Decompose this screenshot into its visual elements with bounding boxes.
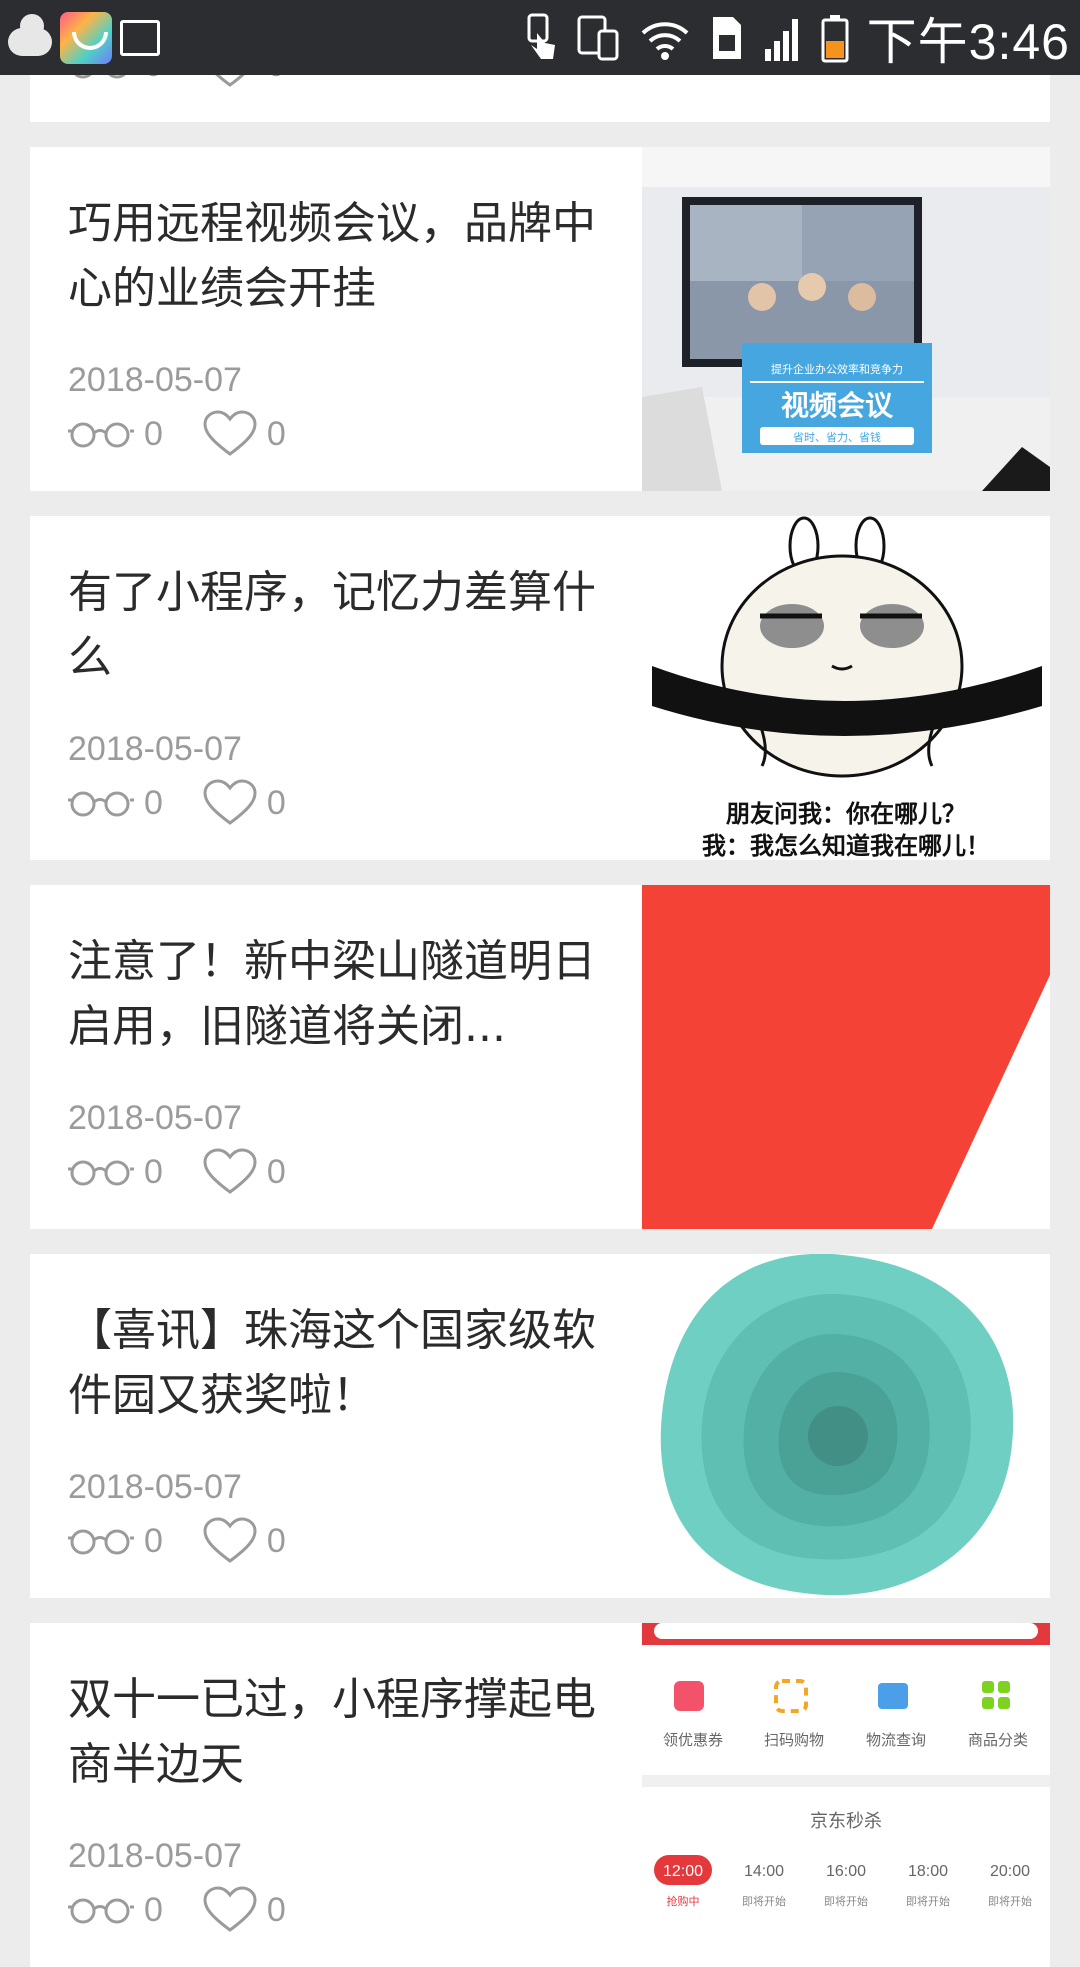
- view-count: 0: [144, 1890, 163, 1929]
- sale-state: 即将开始: [988, 1894, 1032, 1908]
- sale-state: 即将开始: [742, 1894, 786, 1908]
- like-count: 0: [266, 414, 286, 453]
- sale-time: 16:00: [826, 1863, 866, 1880]
- heart-icon[interactable]: [203, 1886, 257, 1934]
- view-count: 0: [144, 414, 163, 453]
- article-meta: 0 0: [68, 778, 326, 828]
- glasses-icon: [68, 791, 134, 817]
- devices-icon: [577, 15, 619, 60]
- article-meta: 0 0: [68, 1885, 326, 1935]
- article-card[interactable]: 双十一已过，小程序撑起电商半边天 2018-05-07 0 0 领优惠券 扫码购…: [30, 1623, 1050, 1967]
- mini-icon-label: 物流查询: [866, 1731, 926, 1749]
- article-title[interactable]: 巧用远程视频会议，品牌中心的业绩会开挂: [68, 191, 628, 321]
- sale-time: 18:00: [908, 1863, 948, 1880]
- glasses-icon: [68, 1529, 134, 1555]
- thumb-subtitle: 提升企业办公效率和竞争力: [771, 362, 903, 376]
- article-card[interactable]: 有了小程序，记忆力差算什么 2018-05-07 0 0 朋友问我：你在哪儿？ …: [30, 516, 1050, 860]
- meme-caption-1: 朋友问我：你在哪儿？: [726, 800, 966, 828]
- like-count: 0: [266, 1152, 286, 1191]
- glasses-icon: [68, 1160, 134, 1186]
- mini-icon-label: 商品分类: [968, 1731, 1028, 1749]
- thumb-tag: 省时、省力、省钱: [793, 430, 881, 444]
- sale-state: 即将开始: [824, 1894, 868, 1908]
- sale-state: 抢购中: [667, 1894, 700, 1908]
- view-count: 0: [144, 783, 163, 822]
- gallery-icon: [120, 20, 160, 56]
- article-thumbnail[interactable]: [642, 885, 1050, 1229]
- article-card[interactable]: 注意了！新中梁山隧道明日启用，旧隧道将关闭... 2018-05-07 0 0: [30, 885, 1050, 1229]
- article-title[interactable]: 有了小程序，记忆力差算什么: [68, 560, 628, 690]
- meme-caption-2: 我：我怎么知道我在哪儿！: [702, 832, 990, 860]
- article-date: 2018-05-07: [68, 730, 242, 768]
- article-thumbnail[interactable]: 领优惠券 扫码购物 物流查询 商品分类 京东秒杀 12:00 14:00 16:…: [642, 1623, 1050, 1967]
- article-card[interactable]: 【喜讯】珠海这个国家级软件园又获奖啦！ 2018-05-07 0 0: [30, 1254, 1050, 1598]
- article-meta: 0 0: [68, 409, 326, 459]
- mini-icon-label: 扫码购物: [764, 1731, 824, 1749]
- heart-icon[interactable]: [203, 1148, 257, 1196]
- article-title[interactable]: 【喜讯】珠海这个国家级软件园又获奖啦！: [68, 1298, 628, 1428]
- touch-icon: [527, 13, 555, 59]
- thumb-main-text: 视频会议: [781, 389, 894, 422]
- article-thumbnail[interactable]: 朋友问我：你在哪儿？ 我：我怎么知道我在哪儿！: [642, 516, 1050, 860]
- article-meta: 0 0: [68, 1147, 326, 1197]
- article-meta: 0 0: [68, 1516, 326, 1566]
- article-title[interactable]: 注意了！新中梁山隧道明日启用，旧隧道将关闭...: [68, 929, 628, 1059]
- view-count: 0: [144, 1521, 163, 1560]
- status-time: 下午3:46: [866, 13, 1070, 70]
- status-bar: 下午3:46: [0, 0, 1080, 75]
- sale-time: 20:00: [990, 1863, 1030, 1880]
- sale-time: 14:00: [744, 1863, 784, 1880]
- heart-icon[interactable]: [203, 1517, 257, 1565]
- article-title[interactable]: 双十一已过，小程序撑起电商半边天: [68, 1667, 628, 1797]
- wifi-icon: [641, 21, 689, 60]
- article-thumbnail[interactable]: 提升企业办公效率和竞争力 视频会议 省时、省力、省钱: [642, 147, 1050, 491]
- sale-state: 即将开始: [906, 1894, 950, 1908]
- glasses-icon: [68, 422, 134, 448]
- heart-icon[interactable]: [203, 779, 257, 827]
- like-count: 0: [266, 783, 286, 822]
- mini-icon-label: 领优惠券: [663, 1731, 723, 1749]
- signal-icon: [764, 18, 798, 61]
- article-date: 2018-05-07: [68, 1468, 242, 1506]
- article-thumbnail[interactable]: [642, 1254, 1050, 1598]
- flash-sale-title: 京东秒杀: [810, 1811, 882, 1832]
- weather-cloud-icon: [8, 14, 52, 56]
- sale-time: 12:00: [663, 1863, 703, 1880]
- heart-icon[interactable]: [203, 410, 257, 458]
- sim-card-icon: [712, 16, 741, 59]
- article-date: 2018-05-07: [68, 1837, 242, 1875]
- like-count: 0: [266, 1521, 286, 1560]
- app-notification-icon: [60, 12, 112, 64]
- glasses-icon: [68, 1898, 134, 1924]
- article-date: 2018-05-07: [68, 361, 242, 399]
- article-card[interactable]: 巧用远程视频会议，品牌中心的业绩会开挂 2018-05-07 0 0 提升企业办…: [30, 147, 1050, 491]
- like-count: 0: [266, 1890, 286, 1929]
- battery-icon: [821, 14, 849, 62]
- article-date: 2018-05-07: [68, 1099, 242, 1137]
- view-count: 0: [144, 1152, 163, 1191]
